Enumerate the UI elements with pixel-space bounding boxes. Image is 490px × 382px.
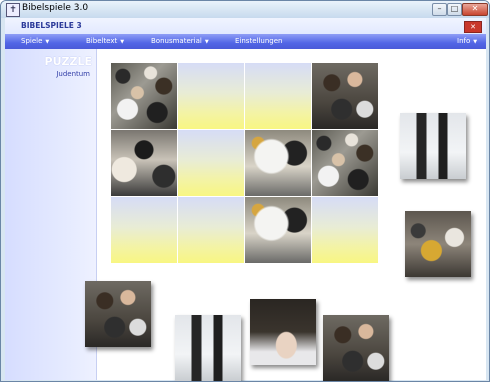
app-icon: ✝ — [6, 3, 20, 17]
app-header: BIBELSPIELE 3 ✕ — [5, 18, 486, 34]
menu-label: Bonusmaterial — [151, 37, 202, 45]
menu-spiele[interactable]: Spiele ▼ — [21, 37, 49, 45]
window-title: Bibelspiele 3.0 — [22, 3, 89, 13]
puzzle-stage — [85, 49, 486, 381]
loose-puzzle-piece[interactable] — [85, 281, 151, 347]
menu-label: Bibeltext — [86, 37, 118, 45]
puzzle-tile[interactable] — [111, 130, 177, 196]
menu-label: Einstellungen — [235, 37, 283, 45]
chevron-down-icon: ▼ — [45, 39, 50, 45]
chevron-down-icon: ▼ — [204, 39, 209, 45]
loose-puzzle-piece[interactable] — [400, 113, 466, 179]
menu-bibeltext[interactable]: Bibeltext ▼ — [86, 37, 124, 45]
loose-puzzle-piece[interactable] — [250, 299, 316, 365]
puzzle-slot-empty[interactable] — [245, 63, 311, 129]
loose-puzzle-piece[interactable] — [323, 315, 389, 381]
app-window: ✝ Bibelspiele 3.0 – □ ✕ BIBELSPIELE 3 ✕ … — [0, 0, 490, 382]
sidebar: PUZZLE Judentum — [5, 49, 97, 380]
puzzle-tile[interactable] — [312, 63, 378, 129]
chevron-down-icon: ▼ — [473, 39, 478, 45]
maximize-icon: □ — [450, 4, 459, 13]
menu-info[interactable]: Info ▼ — [457, 37, 477, 45]
minimize-icon: – — [437, 4, 442, 13]
menu-bar: Spiele ▼ Bibeltext ▼ Bonusmaterial ▼ Einste… — [5, 34, 486, 49]
puzzle-slot-empty[interactable] — [312, 197, 378, 263]
maximize-button[interactable]: □ — [447, 3, 462, 16]
chevron-down-icon: ▼ — [120, 39, 125, 45]
puzzle-slot-empty[interactable] — [111, 197, 177, 263]
close-icon: ✕ — [471, 4, 479, 13]
puzzle-tile[interactable] — [111, 63, 177, 129]
puzzle-slot-empty[interactable] — [178, 63, 244, 129]
puzzle-tile[interactable] — [312, 130, 378, 196]
menu-einstellungen[interactable]: Einstellungen — [235, 37, 282, 45]
app-close-button[interactable]: ✕ — [464, 21, 482, 33]
close-button[interactable]: ✕ — [462, 3, 488, 16]
sidebar-category[interactable]: Judentum — [56, 70, 90, 78]
menu-label: Spiele — [21, 37, 43, 45]
menu-bonusmaterial[interactable]: Bonusmaterial ▼ — [151, 37, 209, 45]
close-icon: ✕ — [470, 23, 476, 31]
minimize-button[interactable]: – — [432, 3, 447, 16]
app-title: BIBELSPIELE 3 — [21, 21, 82, 30]
loose-puzzle-piece[interactable] — [175, 315, 241, 381]
app-content: BIBELSPIELE 3 ✕ Spiele ▼ Bibeltext ▼ Bonus… — [5, 18, 486, 381]
sidebar-title: PUZZLE — [44, 55, 92, 68]
loose-puzzle-piece[interactable] — [405, 211, 471, 277]
puzzle-slot-empty[interactable] — [178, 130, 244, 196]
title-bar[interactable]: ✝ Bibelspiele 3.0 – □ ✕ — [1, 1, 489, 18]
puzzle-tile[interactable] — [245, 197, 311, 263]
puzzle-tile[interactable] — [245, 130, 311, 196]
menu-label: Info — [457, 37, 471, 45]
puzzle-slot-empty[interactable] — [178, 197, 244, 263]
